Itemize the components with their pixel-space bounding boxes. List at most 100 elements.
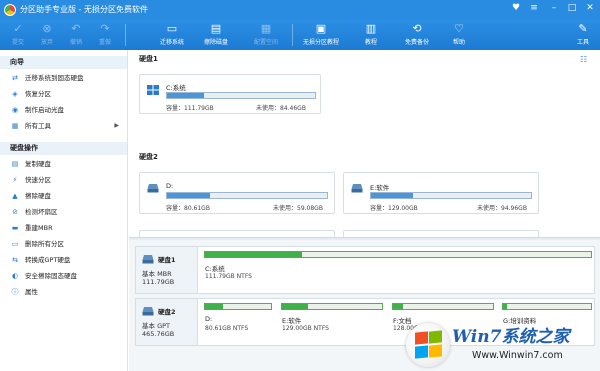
partition-usage-bar bbox=[281, 303, 383, 310]
partition-block-d[interactable]: D: 80.61GB NTFS bbox=[204, 303, 272, 343]
usage-bar bbox=[166, 192, 328, 199]
sidebar-item-bad-sector[interactable]: ⊘ 检测坏扇区 bbox=[0, 206, 127, 218]
wipe-disk-button[interactable]: ▤ 擦除磁盘 bbox=[200, 21, 232, 49]
close-button[interactable]: ✕ bbox=[584, 3, 596, 13]
partition-block-e[interactable]: E:软件 129.00GB NTFS bbox=[281, 303, 383, 343]
book-button[interactable]: ▥ 教程 bbox=[356, 21, 386, 49]
toolbar-separator bbox=[125, 24, 126, 46]
migrate-os-button[interactable]: ▭ 迁移系统 bbox=[156, 21, 188, 49]
help-label: 帮助 bbox=[452, 39, 465, 46]
disk-name: 硬盘1 bbox=[158, 256, 176, 264]
partition-info: 129.00GB NTFS bbox=[282, 325, 329, 332]
sidebar-item-label: 所有工具 bbox=[25, 122, 51, 130]
partition-card-e[interactable]: E:软件 容量：129.00GB 未使用：94.96GB bbox=[343, 172, 539, 214]
backup-label: 免费备份 bbox=[404, 39, 429, 46]
recover-icon: ◈ bbox=[12, 90, 18, 98]
disk-info: 硬盘2 基本 GPT 465.76GB bbox=[136, 299, 198, 345]
sidebar-item-quick-partition[interactable]: ⚡ 快速分区 bbox=[0, 174, 127, 186]
partition-usage-fill bbox=[205, 304, 223, 309]
disk-type: 基本 MBR bbox=[142, 270, 172, 278]
tutorial-button[interactable]: ▣ 无损分区教程 bbox=[300, 21, 342, 49]
title-bar: 分区助手专业版 - 无损分区免费软件 ♥ ≡ – □ ✕ bbox=[0, 0, 600, 20]
sidebar-item-convert-gpt[interactable]: ⇆ 转换成GPT硬盘 bbox=[0, 254, 127, 266]
all-tools-icon: ▦ bbox=[11, 122, 19, 130]
maximize-button[interactable]: □ bbox=[566, 3, 578, 13]
discard-button[interactable]: ⊗ 放弃 bbox=[32, 21, 62, 49]
redo-button[interactable]: ↷ 重做 bbox=[90, 21, 120, 49]
partition-info: 111.79GB NTFS bbox=[205, 273, 252, 280]
allocate-space-label: 配置空间 bbox=[253, 39, 278, 46]
book-icon: ▥ bbox=[365, 22, 377, 35]
migrate-os-icon: ▭ bbox=[166, 22, 178, 35]
wipe-icon: ▲ bbox=[12, 192, 18, 200]
tools-button[interactable]: ✎ 工具 bbox=[568, 21, 598, 49]
sidebar-item-label: 复制硬盘 bbox=[25, 160, 51, 168]
disk-type: 基本 GPT bbox=[142, 322, 170, 330]
minimize-button[interactable]: – bbox=[548, 3, 560, 13]
sidebar-item-delete-all[interactable]: ▭ 删除所有分区 bbox=[0, 238, 127, 250]
mbr-icon: ▬ bbox=[11, 224, 19, 232]
view-toggle-icon[interactable]: ☷ bbox=[580, 56, 590, 64]
quick-partition-icon: ⚡ bbox=[12, 176, 18, 184]
wipe-disk-icon: ▤ bbox=[210, 22, 222, 35]
submit-button[interactable]: ✓ 提交 bbox=[3, 21, 33, 49]
partition-block-c[interactable]: C:系统 111.79GB NTFS bbox=[204, 251, 592, 291]
sidebar-item-properties[interactable]: ⓘ 属性 bbox=[0, 286, 127, 298]
redo-label: 重做 bbox=[98, 39, 111, 46]
discard-label: 放弃 bbox=[40, 39, 53, 46]
sidebar-item-label: 迁移系统到固态硬盘 bbox=[25, 74, 84, 82]
wipe-disk-label: 擦除磁盘 bbox=[203, 39, 228, 46]
window-title: 分区助手专业版 - 无损分区免费软件 bbox=[20, 5, 148, 14]
sidebar-item-boot-disc[interactable]: ◉ 制作启动光盘 bbox=[0, 104, 127, 116]
sidebar-item-label: 安全擦除固态硬盘 bbox=[25, 272, 77, 280]
undo-label: 撤销 bbox=[69, 39, 82, 46]
redo-icon: ↷ bbox=[100, 22, 110, 35]
capacity-text: 容量：129.00GB bbox=[370, 205, 418, 212]
help-button[interactable]: ♡ 帮助 bbox=[444, 21, 474, 49]
sidebar: 向导 ⇄ 迁移系统到固态硬盘 ◈ 恢复分区 ◉ 制作启动光盘 ▦ 所有工具 ▶ … bbox=[0, 50, 128, 371]
sidebar-item-label: 快速分区 bbox=[25, 176, 51, 184]
undo-button[interactable]: ↶ 撤销 bbox=[61, 21, 91, 49]
sidebar-item-label: 擦除硬盘 bbox=[25, 192, 51, 200]
sidebar-item-rebuild-mbr[interactable]: ▬ 重建MBR bbox=[0, 222, 127, 234]
partition-name: C:系统 bbox=[166, 84, 186, 92]
allocate-space-icon: ▦ bbox=[260, 22, 272, 35]
partition-usage-fill bbox=[393, 304, 403, 309]
backup-icon: ⟲ bbox=[412, 22, 422, 35]
watermark-url: Www.Winwin7.com bbox=[472, 350, 563, 361]
partition-card-c[interactable]: C:系统 容量：111.79GB 未使用：84.46GB bbox=[139, 74, 321, 114]
skin-icon[interactable]: ♥ bbox=[510, 3, 522, 13]
allocate-space-button[interactable]: ▦ 配置空间 bbox=[250, 21, 282, 49]
drive-icon bbox=[147, 184, 159, 193]
partition-usage-bar bbox=[502, 303, 592, 310]
disk-icon bbox=[142, 307, 154, 316]
partition-name: E:软件 bbox=[282, 317, 302, 325]
sidebar-item-label: 转换成GPT硬盘 bbox=[25, 256, 71, 264]
sidebar-item-migrate-ssd[interactable]: ⇄ 迁移系统到固态硬盘 bbox=[0, 72, 127, 84]
sidebar-item-all-tools[interactable]: ▦ 所有工具 ▶ bbox=[0, 120, 127, 132]
backup-button[interactable]: ⟲ 免费备份 bbox=[400, 21, 434, 49]
migrate-icon: ⇄ bbox=[12, 74, 18, 82]
partition-usage-fill bbox=[503, 304, 508, 309]
info-icon: ⓘ bbox=[11, 288, 19, 296]
bad-sector-icon: ⊘ bbox=[12, 208, 18, 216]
menu-icon[interactable]: ≡ bbox=[528, 3, 540, 13]
usage-fill bbox=[167, 93, 204, 98]
disk-map-row-1[interactable]: 硬盘1 基本 MBR 111.79GB C:系统 111.79GB NTFS bbox=[135, 246, 595, 294]
sidebar-item-copy-disk[interactable]: ▤ 复制硬盘 bbox=[0, 158, 127, 170]
partition-card-d[interactable]: D: 容量：80.61GB 未使用：59.08GB bbox=[139, 172, 335, 214]
gpt-icon: ⇆ bbox=[12, 256, 18, 264]
sidebar-item-recover[interactable]: ◈ 恢复分区 bbox=[0, 88, 127, 100]
sidebar-item-ssd-erase[interactable]: ◐ 安全擦除固态硬盘 bbox=[0, 270, 127, 282]
disk1-section-label: 硬盘1 bbox=[139, 55, 158, 63]
windows-logo-icon bbox=[406, 323, 450, 367]
sidebar-item-label: 重建MBR bbox=[25, 224, 53, 232]
toolbar-separator bbox=[292, 24, 293, 46]
toolbar: ✓ 提交 ⊗ 放弃 ↶ 撤销 ↷ 重做 ▭ 迁移系统 ▤ 擦除磁盘 ▦ 配置空间… bbox=[0, 20, 600, 50]
sidebar-item-label: 检测坏扇区 bbox=[25, 208, 58, 216]
discard-icon: ⊗ bbox=[42, 22, 52, 35]
watermark-brand: Win7系统之家 bbox=[452, 327, 570, 347]
partition-name: D: bbox=[205, 315, 213, 323]
partition-usage-fill bbox=[205, 252, 302, 257]
sidebar-item-wipe[interactable]: ▲ 擦除硬盘 bbox=[0, 190, 127, 202]
